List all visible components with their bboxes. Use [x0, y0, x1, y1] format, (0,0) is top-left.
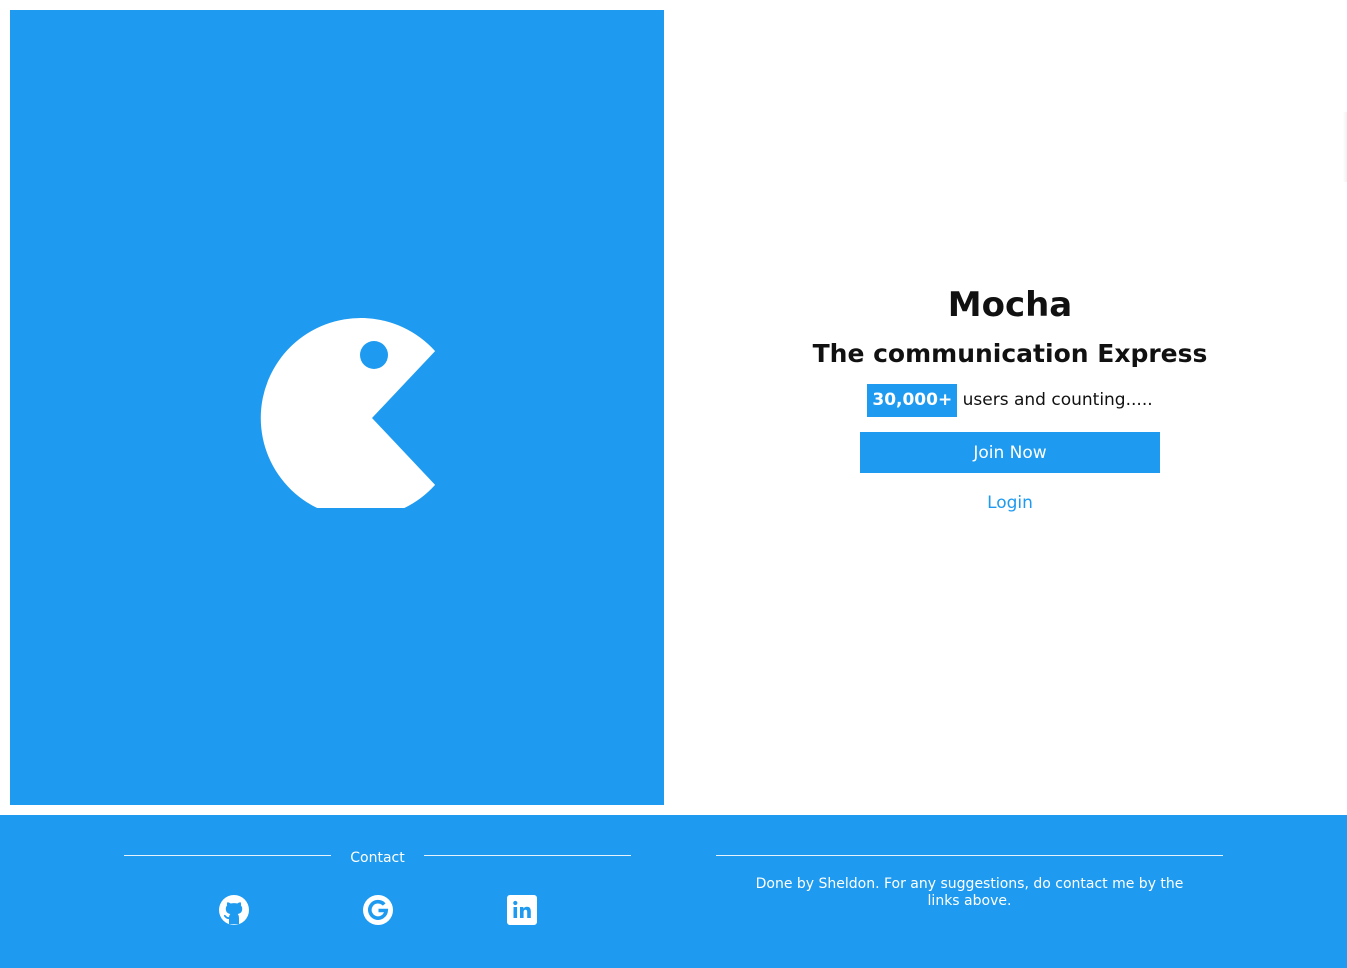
intro-panel: Mocha The communication Express 30,000+ …	[664, 0, 1347, 815]
github-icon[interactable]	[218, 894, 250, 926]
credit-section: Done by Sheldon. For any suggestions, do…	[716, 847, 1223, 910]
scroll-edge	[1343, 112, 1347, 182]
credit-text: Done by Sheldon. For any suggestions, do…	[755, 876, 1184, 909]
contact-section: Contact	[124, 847, 631, 925]
divider	[424, 855, 631, 856]
user-count-suffix: users and counting.....	[962, 390, 1153, 410]
tagline: The communication Express	[812, 339, 1208, 368]
app-title: Mocha	[947, 285, 1073, 325]
contact-label: Contact	[350, 850, 405, 866]
divider	[716, 855, 1223, 856]
hero-panel	[10, 10, 664, 805]
user-count-badge: 30,000+	[867, 384, 958, 417]
linkedin-icon[interactable]	[506, 894, 538, 926]
divider	[124, 855, 331, 856]
intro-content: Mocha The communication Express 30,000+ …	[664, 283, 1347, 513]
login-link[interactable]: Login	[987, 493, 1033, 513]
contact-heading: Contact	[124, 847, 631, 866]
chomp-logo-icon	[260, 318, 436, 508]
social-links	[124, 894, 631, 926]
google-icon[interactable]	[362, 894, 394, 926]
join-now-button[interactable]: Join Now	[860, 432, 1160, 473]
user-counter: 30,000+ users and counting.....	[664, 384, 1347, 417]
footer: Contact Done by Sheldon. For any suggest…	[0, 815, 1347, 968]
